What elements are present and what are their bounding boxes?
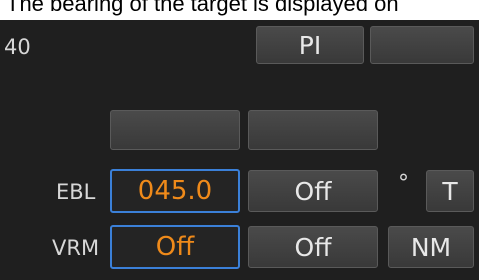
pi-button[interactable]: PI <box>256 26 364 64</box>
true-bearing-button[interactable]: T <box>426 170 474 212</box>
ebl-label: EBL <box>56 180 96 204</box>
degree-symbol: ° <box>398 171 409 196</box>
vrm-range-field[interactable]: Off <box>110 225 240 269</box>
caption-text: The bearing of the target is displayed o… <box>6 0 399 16</box>
ebl-vrm-panel: 40 PI EBL 045.0 Off ° T VRM Off Off NM <box>0 20 479 280</box>
top-right-blank-button[interactable] <box>370 26 474 64</box>
ebl-bearing-field[interactable]: 045.0 <box>110 169 240 213</box>
caption-strip: The bearing of the target is displayed o… <box>0 0 479 20</box>
vrm-label: VRM <box>52 236 100 260</box>
mid-left-blank-button[interactable] <box>110 110 240 150</box>
ebl-off-button[interactable]: Off <box>248 170 378 212</box>
vrm-off-button[interactable]: Off <box>248 226 378 268</box>
range-unit-button[interactable]: NM <box>388 226 474 268</box>
mid-right-blank-button[interactable] <box>248 110 378 150</box>
range-value: 40 <box>4 35 31 59</box>
